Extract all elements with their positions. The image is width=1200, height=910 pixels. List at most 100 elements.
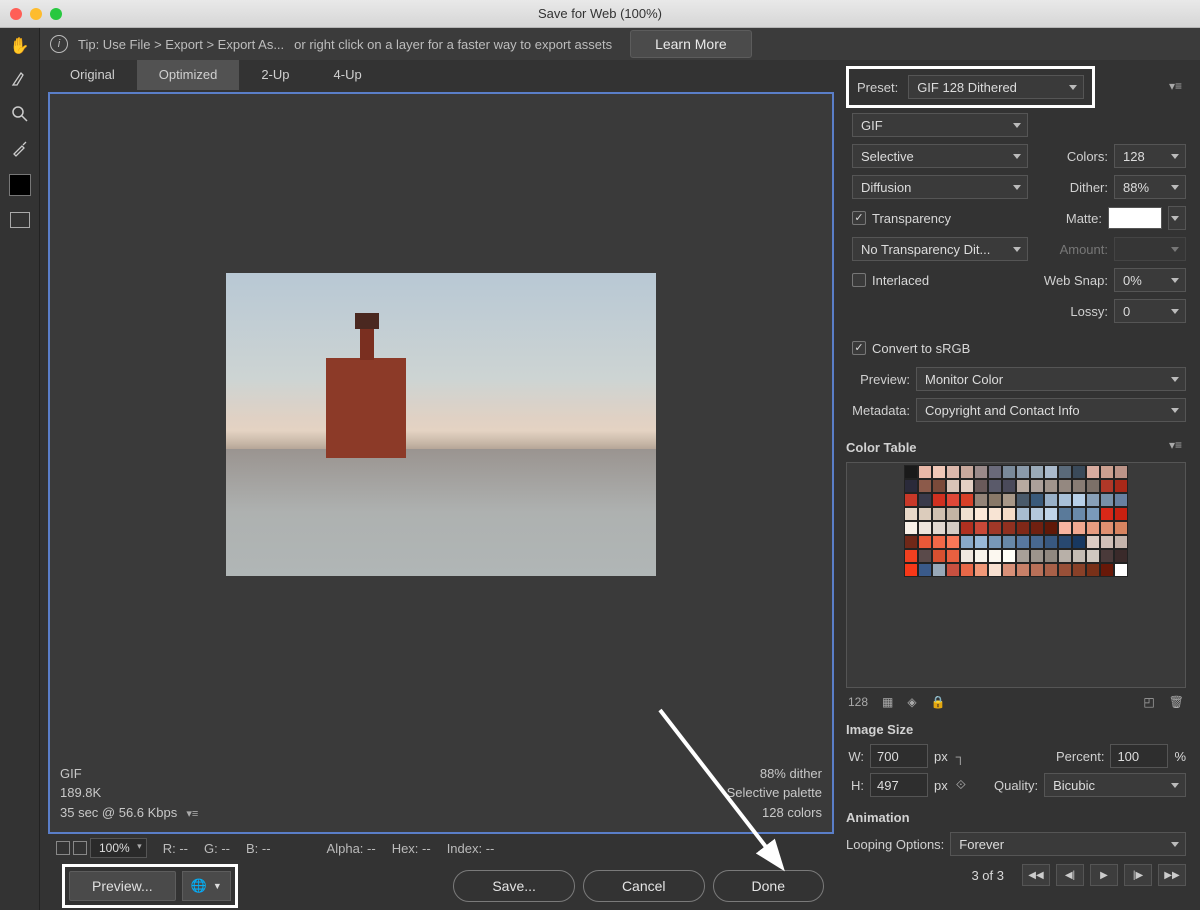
tab-original[interactable]: Original [48, 60, 137, 90]
info-dither: 88% dither [727, 764, 822, 784]
dither-method-select[interactable]: Diffusion [852, 175, 1028, 199]
info-icon: i [50, 35, 68, 53]
colors-select[interactable]: 128 [1114, 144, 1186, 168]
tab-4up[interactable]: 4-Up [312, 60, 384, 90]
preset-select[interactable]: GIF 128 Dithered [908, 75, 1084, 99]
preview-image [226, 273, 656, 576]
colors-label: Colors: [1067, 149, 1108, 164]
globe-icon: 🌐 [191, 878, 207, 894]
preview-select[interactable]: Monitor Color [916, 367, 1186, 391]
width-input[interactable] [870, 744, 928, 768]
tab-optimized[interactable]: Optimized [137, 60, 240, 90]
quality-select[interactable]: Bicubic [1044, 773, 1186, 797]
color-reduction-select[interactable]: Selective [852, 144, 1028, 168]
ct-trash-icon[interactable]: 🗑 [1169, 695, 1184, 709]
preview-button[interactable]: Preview... [69, 871, 176, 901]
px-label-h: px [934, 778, 948, 793]
eyedropper-tool-icon[interactable] [8, 136, 32, 160]
image-size-title: Image Size [846, 722, 1186, 737]
interlaced-label: Interlaced [872, 273, 929, 288]
minus-icon[interactable] [56, 841, 70, 855]
transparency-label: Transparency [872, 211, 951, 226]
transparency-dither-select[interactable]: No Transparency Dit... [852, 237, 1028, 261]
h-label: H: [846, 778, 864, 793]
matte-dropdown[interactable] [1168, 206, 1186, 230]
quality-label: Quality: [994, 778, 1038, 793]
tab-2up[interactable]: 2-Up [239, 60, 311, 90]
color-table-toolbar: 128 ▦ ◈ 🔒 ◰ 🗑 [846, 691, 1186, 713]
amount-label: Amount: [1060, 242, 1108, 257]
dither-value-select[interactable]: 88% [1114, 175, 1186, 199]
ct-new-icon[interactable]: ◰ [1143, 695, 1154, 709]
srgb-checkbox[interactable] [852, 341, 866, 355]
color-table-menu-icon[interactable]: ▾≡ [1165, 434, 1186, 456]
transparency-checkbox[interactable] [852, 211, 866, 225]
save-button[interactable]: Save... [453, 870, 575, 902]
prev-frame-button[interactable]: ◀| [1056, 864, 1084, 886]
percent-input[interactable] [1110, 744, 1168, 768]
zoom-tool-icon[interactable] [8, 102, 32, 126]
preset-label: Preset: [857, 80, 898, 95]
window-title: Save for Web (100%) [0, 6, 1200, 21]
learn-more-button[interactable]: Learn More [630, 30, 752, 58]
lossy-label: Lossy: [1070, 304, 1108, 319]
ct-count: 128 [848, 695, 868, 709]
ct-cube-icon[interactable]: ◈ [907, 695, 916, 709]
slice-tool-icon[interactable] [8, 68, 32, 92]
browser-select[interactable]: 🌐 ▼ [182, 871, 231, 901]
format-select[interactable]: GIF [852, 113, 1028, 137]
preset-highlight: Preset: GIF 128 Dithered [846, 66, 1095, 108]
loop-label: Looping Options: [846, 837, 944, 852]
tip-bar: i Tip: Use File > Export > Export As... … [40, 28, 1200, 60]
next-frame-button[interactable]: |▶ [1124, 864, 1152, 886]
status-bar: 100% R: -- G: -- B: -- Alpha: -- Hex: --… [48, 834, 838, 862]
zoom-select[interactable]: 100% [90, 838, 147, 858]
metadata-select[interactable]: Copyright and Contact Info [916, 398, 1186, 422]
plus-icon[interactable] [73, 841, 87, 855]
status-r: R: -- [163, 841, 188, 856]
pct-label: % [1174, 749, 1186, 764]
ct-lock-icon[interactable]: 🔒 [931, 695, 946, 709]
status-hex: Hex: -- [392, 841, 431, 856]
lossy-select[interactable]: 0 [1114, 299, 1186, 323]
matte-label: Matte: [1066, 211, 1102, 226]
preview-info: GIF 189.8K 35 sec @ 56.6 Kbps ▾≡ 88% dit… [50, 756, 832, 833]
frame-indicator: 3 of 3 [971, 868, 1004, 883]
last-frame-button[interactable]: ▶▶ [1158, 864, 1186, 886]
link-icon[interactable]: ⟐ [956, 777, 966, 793]
settings-panel: Preset: GIF 128 Dithered ▾≡ GIF Selectiv… [838, 60, 1200, 910]
cancel-button[interactable]: Cancel [583, 870, 705, 902]
ct-snap-icon[interactable]: ▦ [882, 695, 893, 709]
toggle-slices-icon[interactable] [10, 212, 30, 228]
status-alpha: Alpha: -- [327, 841, 376, 856]
color-table[interactable] [846, 462, 1186, 688]
eyedropper-color-swatch[interactable] [9, 174, 31, 196]
play-button[interactable]: ▶ [1090, 864, 1118, 886]
preview-canvas [50, 94, 832, 756]
hand-tool-icon[interactable]: ✋ [8, 34, 32, 58]
w-label: W: [846, 749, 864, 764]
height-input[interactable] [870, 773, 928, 797]
status-b: B: -- [246, 841, 271, 856]
bottom-bar: Preview... 🌐 ▼ Save... Cancel Done [48, 862, 838, 910]
color-table-title: Color Table [846, 440, 917, 455]
metadata-label: Metadata: [846, 403, 910, 418]
info-time: 35 sec @ 56.6 Kbps [60, 805, 177, 820]
first-frame-button[interactable]: ◀◀ [1022, 864, 1050, 886]
websnap-label: Web Snap: [1044, 273, 1108, 288]
matte-color[interactable] [1108, 207, 1162, 229]
window-titlebar: Save for Web (100%) [0, 0, 1200, 28]
loop-select[interactable]: Forever [950, 832, 1186, 856]
percent-label: Percent: [1056, 749, 1104, 764]
animation-title: Animation [846, 810, 1186, 825]
info-colors: 128 colors [727, 803, 822, 823]
optimize-menu-icon[interactable]: ▾≡ [183, 808, 198, 820]
preview-area[interactable]: GIF 189.8K 35 sec @ 56.6 Kbps ▾≡ 88% dit… [48, 92, 834, 834]
websnap-select[interactable]: 0% [1114, 268, 1186, 292]
tip-text-suffix: or right click on a layer for a faster w… [294, 37, 612, 52]
preview-label: Preview: [846, 372, 910, 387]
done-button[interactable]: Done [713, 870, 824, 902]
panel-menu-icon[interactable]: ▾≡ [1165, 75, 1186, 97]
interlaced-checkbox[interactable] [852, 273, 866, 287]
srgb-label: Convert to sRGB [872, 341, 970, 356]
